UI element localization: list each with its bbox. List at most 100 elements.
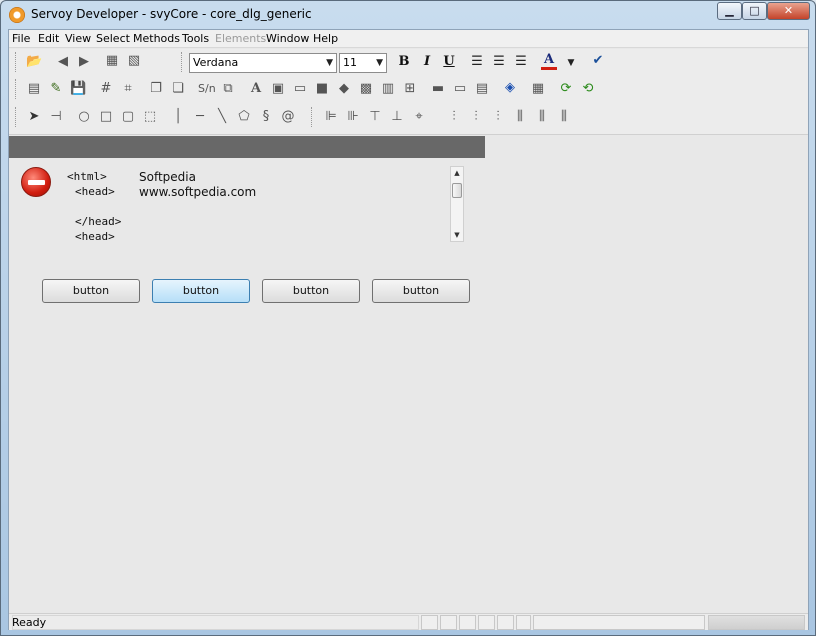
menu-file[interactable]: File <box>12 32 30 45</box>
form-button-4[interactable]: button <box>372 279 470 303</box>
add-field-icon[interactable]: ▦ <box>104 53 120 69</box>
split-pane-icon[interactable]: ▭ <box>452 81 468 97</box>
html-area-scrollbar[interactable]: ▲ ▼ <box>450 166 464 242</box>
bold-button[interactable]: B <box>396 54 412 70</box>
calendar-icon[interactable]: ▦ <box>530 81 546 97</box>
align-center-icon[interactable]: ☰ <box>491 54 507 70</box>
menu-tools[interactable]: Tools <box>182 32 209 45</box>
distribute-h3-icon[interactable]: ⫶ <box>490 109 506 125</box>
table-icon[interactable]: ⊞ <box>402 81 418 97</box>
horizontal-line-icon[interactable]: ─ <box>192 109 208 125</box>
font-size-select[interactable]: 11 ▼ <box>339 53 387 73</box>
toolbar-grip[interactable] <box>15 107 18 127</box>
spiral-icon[interactable]: @ <box>280 109 296 125</box>
image-icon[interactable]: ▩ <box>358 81 374 97</box>
spell-check-icon[interactable]: ✔ <box>590 53 606 69</box>
send-back-icon[interactable]: ❏ <box>170 81 186 97</box>
form-icon[interactable]: ▤ <box>26 81 42 97</box>
distribute-v3-icon[interactable]: ⫼ <box>556 109 572 125</box>
toolbar-grip[interactable] <box>181 52 184 72</box>
save-icon[interactable]: 💾 <box>70 81 86 97</box>
status-cell <box>497 615 514 630</box>
minimize-button[interactable]: ▁ <box>717 2 742 20</box>
bring-front-icon[interactable]: ❐ <box>148 81 164 97</box>
open-folder-icon[interactable]: 📂 <box>26 54 42 70</box>
group-icon[interactable]: ⧉ <box>220 81 236 97</box>
field-icon[interactable]: ▣ <box>270 81 286 97</box>
tabpanel-icon[interactable]: ▬ <box>430 81 446 97</box>
custom-shape-icon[interactable]: ⬚ <box>142 109 158 125</box>
scroll-down-icon[interactable]: ▼ <box>451 229 463 241</box>
html-area[interactable]: <html> <head> </head> <head> Softpedia w… <box>59 166 464 242</box>
align-left-icon[interactable]: ☰ <box>469 54 485 70</box>
html-code-line: <head> <box>75 230 115 242</box>
edit-form-icon[interactable]: ✎ <box>48 81 64 97</box>
menu-help[interactable]: Help <box>313 32 338 45</box>
chevron-down-icon: ▼ <box>376 58 383 68</box>
form-button-3[interactable]: button <box>262 279 360 303</box>
client-area: File Edit View Select Methods Tools Elem… <box>8 29 809 630</box>
align-right-edges-icon[interactable]: ⊪ <box>345 109 361 125</box>
form-button-2[interactable]: button <box>152 279 250 303</box>
status-progress-cell <box>708 615 805 630</box>
menu-select[interactable]: Select <box>96 32 130 45</box>
html-code-line: </head> <box>75 215 122 228</box>
maximize-button[interactable]: □ <box>742 2 767 20</box>
rect-icon[interactable]: ■ <box>314 81 330 97</box>
distribute-v-icon[interactable]: ⫼ <box>512 109 528 125</box>
status-cell <box>421 615 438 630</box>
portal-icon[interactable]: ▥ <box>380 81 396 97</box>
forward-arrow-icon[interactable]: ▶ <box>76 54 92 70</box>
button-element-icon[interactable]: ▭ <box>292 81 308 97</box>
sync-icon[interactable]: ⟳ <box>558 81 574 97</box>
center-icon[interactable]: ⌖ <box>411 109 427 125</box>
menu-window[interactable]: Window <box>266 32 309 45</box>
font-color-button[interactable]: A <box>541 52 557 70</box>
form-design-canvas[interactable]: <html> <head> </head> <head> Softpedia w… <box>9 136 808 613</box>
close-button[interactable]: ✕ <box>767 2 810 20</box>
refresh-icon[interactable]: ⟲ <box>580 81 596 97</box>
html-code-line: <html> <box>67 170 107 183</box>
bean-icon[interactable]: ◈ <box>502 80 518 96</box>
title-bar[interactable]: Servoy Developer - svyCore - core_dlg_ge… <box>1 1 815 29</box>
polygon-icon[interactable]: ⬠ <box>236 109 252 125</box>
form-button-1[interactable]: button <box>42 279 140 303</box>
distribute-h2-icon[interactable]: ⫶ <box>468 109 484 125</box>
align-right-icon[interactable]: ☰ <box>513 54 529 70</box>
diagonal-line-icon[interactable]: ╲ <box>214 109 230 125</box>
distribute-v2-icon[interactable]: ⫼ <box>534 109 550 125</box>
align-top-edges-icon[interactable]: ⊤ <box>367 109 383 125</box>
menu-edit[interactable]: Edit <box>38 32 59 45</box>
align-bottom-edges-icon[interactable]: ⊥ <box>389 109 405 125</box>
list-icon[interactable]: ▤ <box>474 81 490 97</box>
back-arrow-icon[interactable]: ◀ <box>55 54 71 70</box>
chevron-down-icon[interactable]: ▼ <box>563 55 579 71</box>
toolbar-grip[interactable] <box>15 79 18 99</box>
curve-icon[interactable]: § <box>258 109 274 125</box>
status-bar: Ready <box>9 613 808 630</box>
label-icon[interactable]: A <box>248 81 264 97</box>
toolbar-grip[interactable] <box>15 52 18 72</box>
remove-field-icon[interactable]: ▧ <box>126 53 142 69</box>
snap-grid-icon[interactable]: ⌗ <box>120 81 136 97</box>
shape-icon[interactable]: ◆ <box>336 81 352 97</box>
line-tool-icon[interactable]: ⊣ <box>48 109 64 125</box>
square-tool-icon[interactable]: □ <box>98 109 114 125</box>
align-left-edges-icon[interactable]: ⊫ <box>323 109 339 125</box>
scroll-up-icon[interactable]: ▲ <box>451 167 463 179</box>
rounded-rect-icon[interactable]: ▢ <box>120 109 136 125</box>
grid-icon[interactable]: # <box>98 81 114 97</box>
italic-button[interactable]: I <box>419 54 435 70</box>
distribute-h-icon[interactable]: ⫶ <box>446 109 462 125</box>
tab-sequence-icon[interactable]: S/n <box>198 81 216 97</box>
font-name-select[interactable]: Verdana ▼ <box>189 53 337 73</box>
pointer-icon[interactable]: ➤ <box>26 109 42 125</box>
circle-tool-icon[interactable]: ○ <box>76 109 92 125</box>
vertical-line-icon[interactable]: │ <box>170 109 186 125</box>
toolbar-grip[interactable] <box>311 107 314 127</box>
underline-button[interactable]: U <box>441 54 457 70</box>
menu-methods[interactable]: Methods <box>133 32 180 45</box>
font-name-value: Verdana <box>193 56 239 69</box>
scroll-thumb[interactable] <box>452 183 462 198</box>
menu-view[interactable]: View <box>65 32 91 45</box>
